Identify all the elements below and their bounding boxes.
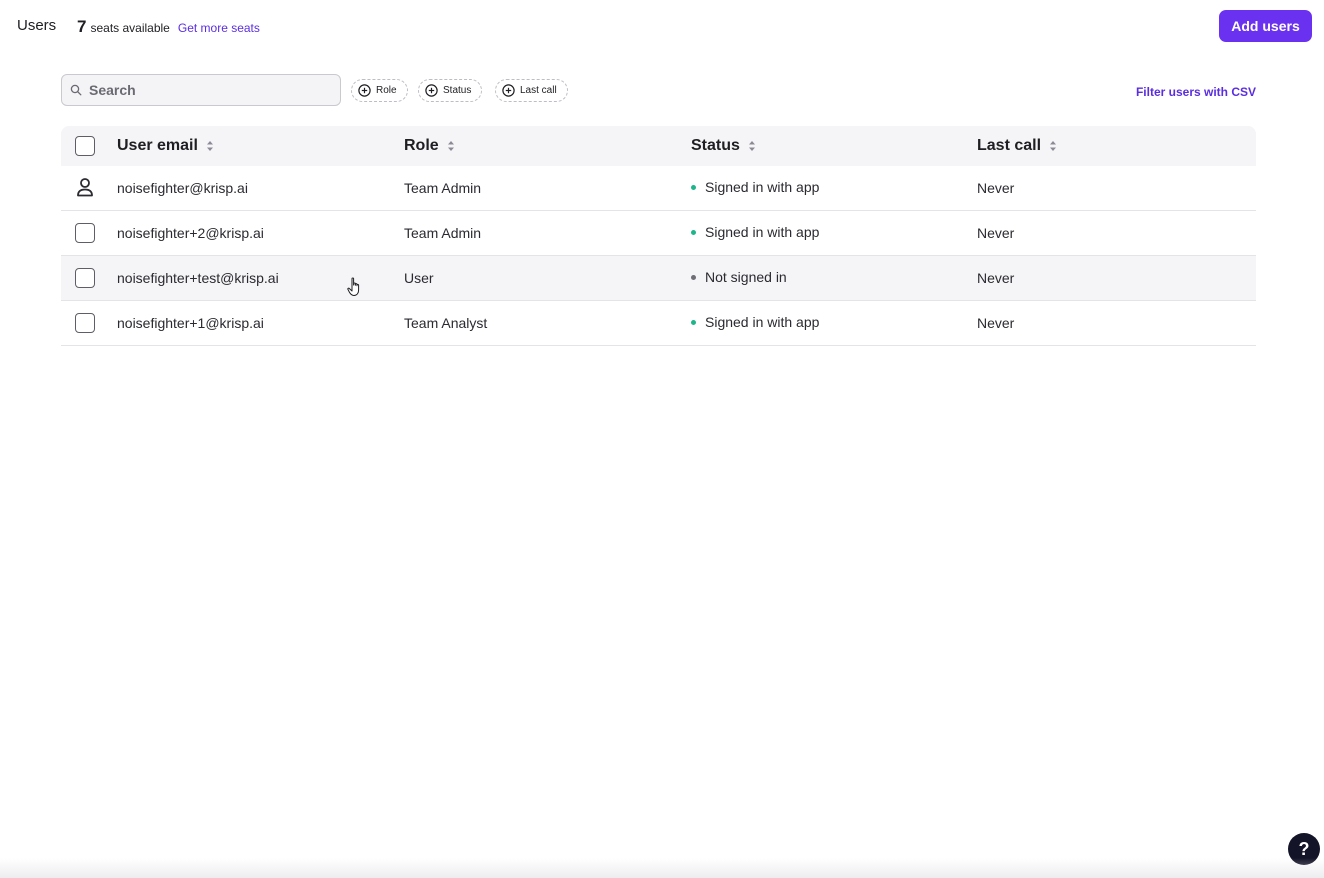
status-dot [691,229,696,235]
column-header-label: User email [117,137,198,154]
filter-users-csv-link[interactable]: Filter users with CSV [1136,85,1256,99]
user-status: Signed in with app [691,224,819,240]
filter-chip-status[interactable]: Status [418,79,483,102]
status-dot [691,184,696,190]
user-email: noisefighter+1@krisp.ai [117,315,264,331]
sort-icon [748,141,755,151]
user-last-call: Never [977,270,1015,286]
filter-chip-label: Role [376,85,397,96]
user-last-call: Never [977,315,1015,331]
filter-chip-label: Status [443,85,472,96]
filter-chip-last-call[interactable]: Last call [495,79,568,102]
search-input[interactable] [89,82,329,98]
user-email: noisefighter+test@krisp.ai [117,270,279,286]
search-box[interactable] [61,74,341,106]
add-users-button[interactable]: Add users [1219,10,1312,42]
column-header-label: Status [691,137,740,154]
filter-chip-label: Last call [520,85,557,96]
column-header-email[interactable]: User email [117,137,214,155]
select-all-checkbox[interactable] [75,136,95,156]
table-row[interactable]: noisefighter+2@krisp.ai Team Admin Signe… [61,211,1256,256]
filter-chip-role[interactable]: Role [351,79,408,102]
user-last-call: Never [977,180,1015,196]
sort-icon [206,141,213,151]
get-more-seats-link[interactable]: Get more seats [178,21,260,35]
user-status: Not signed in [691,269,787,285]
status-label: Signed in with app [705,314,820,330]
user-status: Signed in with app [691,179,819,195]
sort-icon [1050,141,1057,151]
seats-count: 7 [77,17,87,36]
status-dot [691,274,696,280]
bottom-bar-shadow [0,858,1324,878]
row-checkbox[interactable] [75,268,95,288]
status-label: Not signed in [705,269,787,285]
user-role: Team Admin [404,225,482,241]
column-header-label: Last call [977,137,1042,154]
row-checkbox[interactable] [75,313,95,333]
column-header-label: Role [404,137,439,154]
user-last-call: Never [977,225,1015,241]
column-header-last-call[interactable]: Last call [977,137,1057,155]
status-label: Signed in with app [705,224,820,240]
sort-icon [447,141,454,151]
row-checkbox[interactable] [75,223,95,243]
status-label: Signed in with app [705,179,820,195]
status-dot [691,319,696,325]
table-row[interactable]: noisefighter+1@krisp.ai Team Analyst Sig… [61,301,1256,346]
user-email: noisefighter@krisp.ai [117,180,248,196]
users-page: Users 7 seats available Get more seats A… [0,0,1324,878]
table-row[interactable]: noisefighter@krisp.ai Team Admin Signed … [61,166,1256,211]
seats-info: 7 seats available Get more seats [77,17,260,37]
user-email: noisefighter+2@krisp.ai [117,225,264,241]
plus-circle-icon [358,84,371,97]
user-status: Signed in with app [691,314,819,330]
column-header-status[interactable]: Status [691,137,756,155]
search-icon [70,84,82,96]
user-role: Team Analyst [404,315,488,331]
column-header-role[interactable]: Role [404,137,455,155]
user-role: User [404,270,434,286]
plus-circle-icon [425,84,438,97]
user-icon [77,178,93,197]
users-table: User email Role Status Last call noisefi… [61,126,1256,346]
seats-label: seats available [90,21,170,35]
table-header: User email Role Status Last call [61,126,1256,166]
table-row[interactable]: noisefighter+test@krisp.ai User Not sign… [61,256,1256,301]
hand-cursor-icon [347,277,360,296]
plus-circle-icon [502,84,515,97]
user-role: Team Admin [404,180,482,196]
page-title: Users [17,17,57,34]
